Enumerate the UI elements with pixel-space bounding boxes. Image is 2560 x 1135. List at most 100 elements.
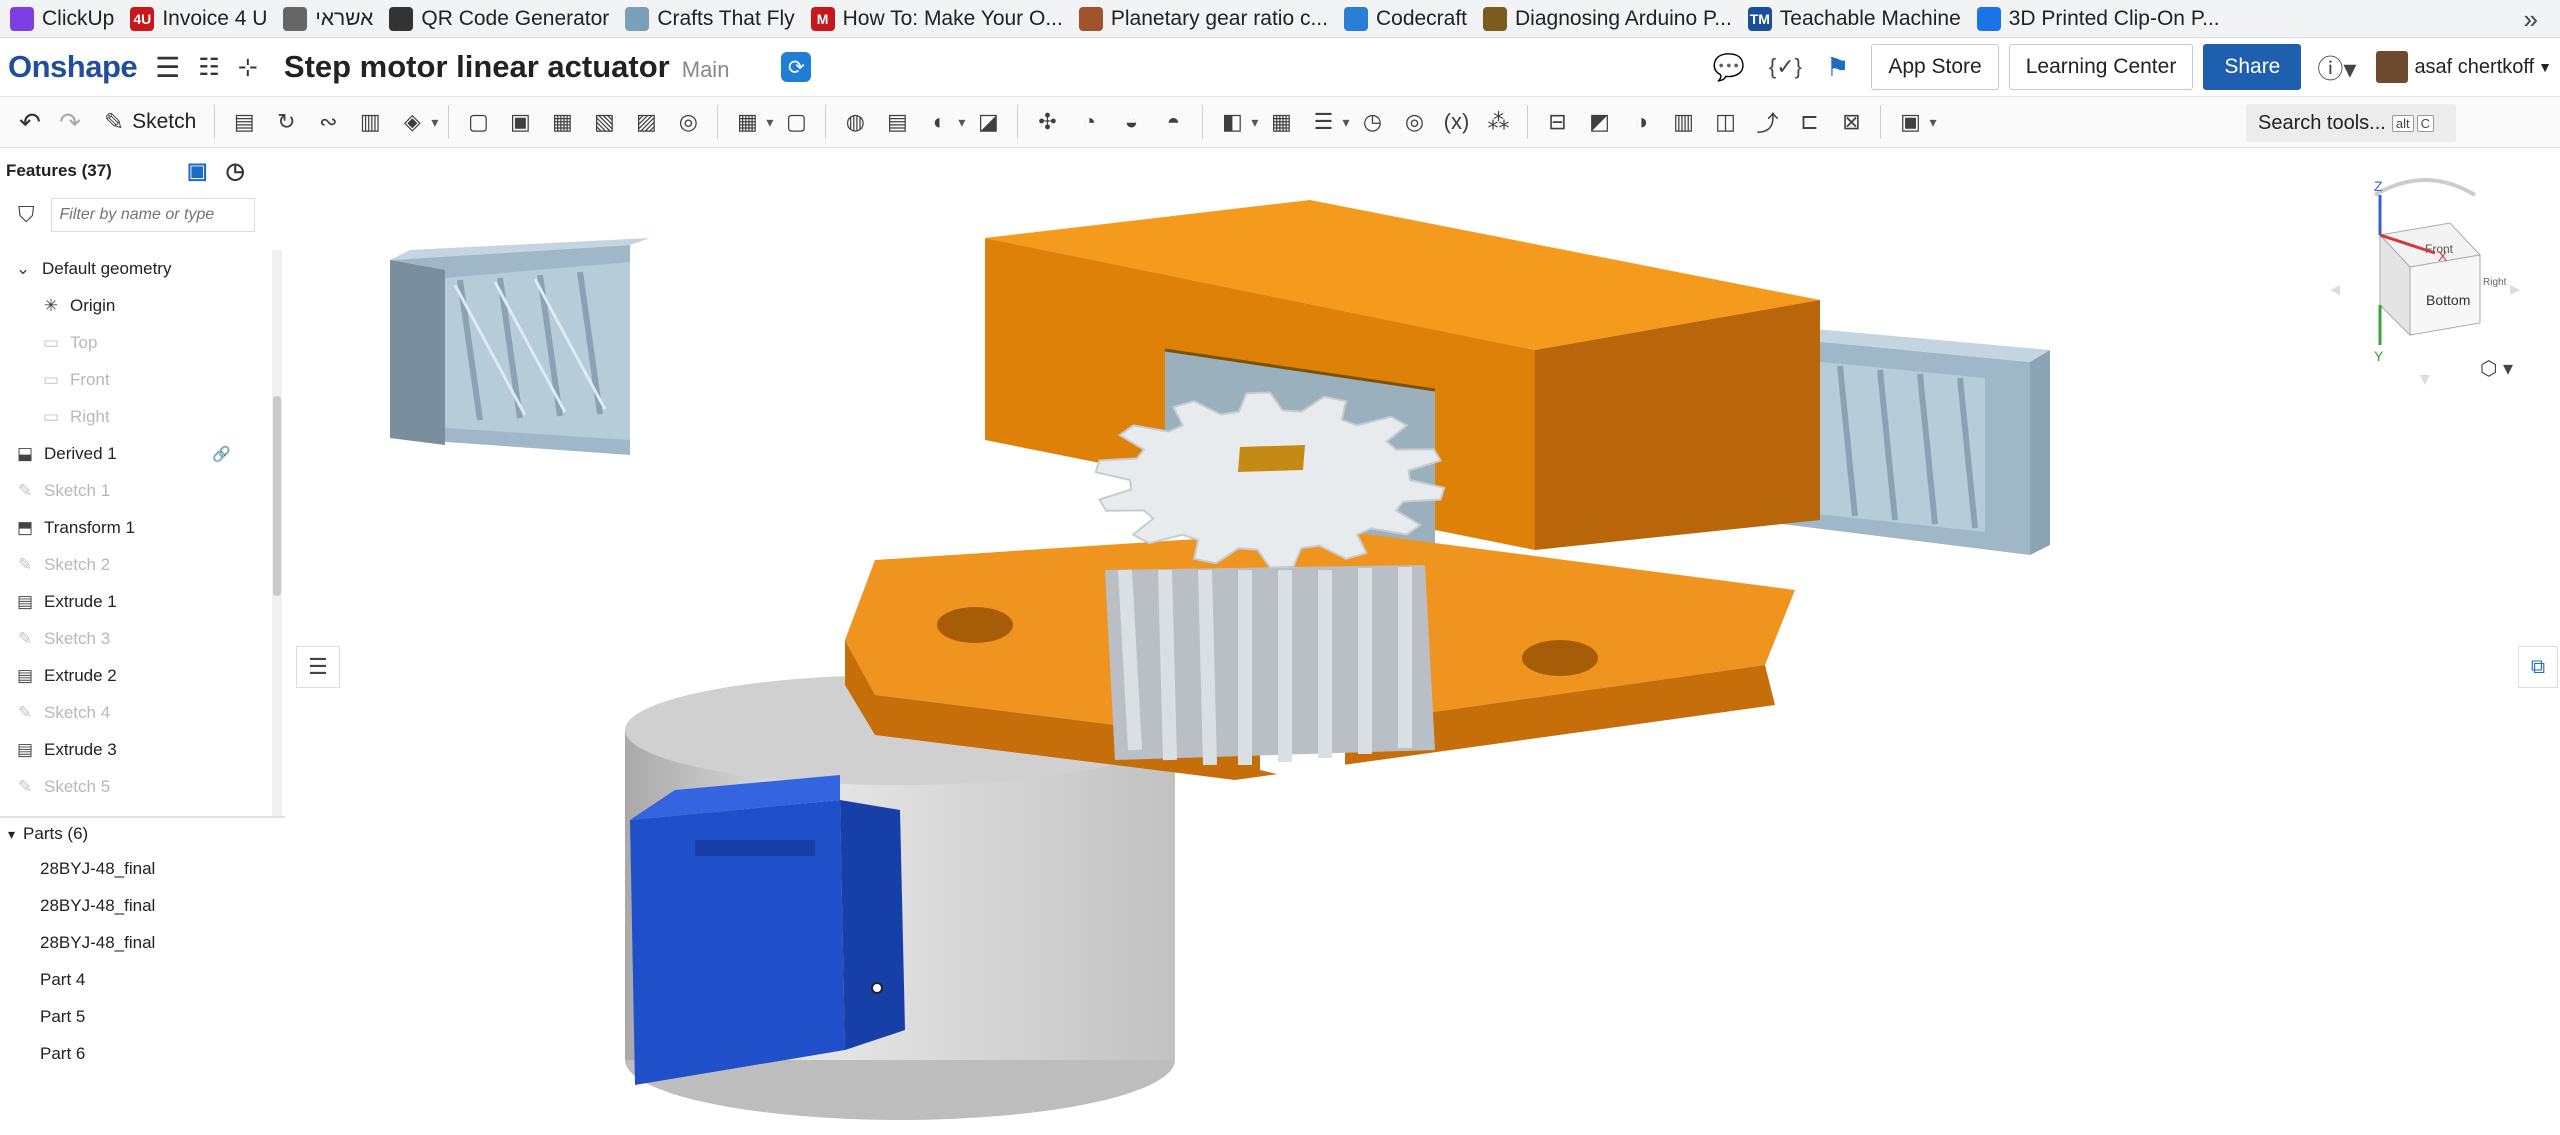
app-store-button[interactable]: App Store	[1871, 44, 1999, 90]
feature-tool-icon[interactable]: ⁂	[1481, 105, 1515, 139]
motor-connector[interactable]	[630, 775, 905, 1085]
search-tools-input[interactable]: Search tools... alt C	[2246, 104, 2456, 142]
feature-item[interactable]: ▭ Right	[0, 398, 272, 435]
avatar[interactable]	[2376, 51, 2409, 83]
feature-tool-icon[interactable]: ⊠	[1834, 105, 1868, 139]
part-item[interactable]: Part 6	[0, 1035, 285, 1072]
feature-tool-icon[interactable]: ◎	[671, 105, 705, 139]
feature-tool-icon[interactable]: ∾	[311, 105, 345, 139]
feature-tool-icon[interactable]: ▦	[1264, 105, 1298, 139]
feature-tool-icon[interactable]: ✣	[1030, 105, 1064, 139]
model-canvas[interactable]	[285, 150, 2560, 1135]
feature-item[interactable]: ▤ Extrude 1	[0, 583, 272, 620]
feature-item[interactable]: ⌄ Default geometry	[0, 250, 272, 287]
rack-left[interactable]	[390, 238, 650, 455]
feature-item[interactable]: ▤ Extrude 3	[0, 731, 272, 768]
feature-tool-icon[interactable]: ◧	[1215, 105, 1249, 139]
chevron-down-icon[interactable]: ▾	[958, 114, 965, 131]
view-mode-dropdown[interactable]: ⬡ ▾	[2480, 356, 2513, 381]
feature-tool-icon[interactable]: ▥	[1666, 105, 1700, 139]
feature-item[interactable]: ▤ Extrude 2	[0, 657, 272, 694]
feature-tool-icon[interactable]: ◔	[1072, 105, 1106, 139]
feature-tool-icon[interactable]: ⊏	[1792, 105, 1826, 139]
feature-tool-icon[interactable]: ▤	[880, 105, 914, 139]
notifications-icon[interactable]: ⚑	[1826, 52, 1849, 83]
graphics-viewport[interactable]	[285, 150, 2560, 1135]
bookmark-item[interactable]: Crafts That Fly	[621, 0, 806, 38]
feature-item[interactable]: ✎ Sketch 5	[0, 768, 272, 805]
bookmark-item[interactable]: TM Teachable Machine	[1744, 0, 1973, 38]
feature-item[interactable]: ✎ Sketch 4	[0, 694, 272, 731]
feature-tool-icon[interactable]: ▣	[1893, 105, 1927, 139]
document-title[interactable]: Step motor linear actuator	[284, 49, 670, 85]
feature-tool-icon[interactable]: ◒	[1114, 105, 1148, 139]
chevron-down-icon[interactable]: ▾	[1342, 114, 1349, 131]
feature-tool-icon[interactable]: ◍	[838, 105, 872, 139]
feature-item[interactable]: ▭ Top	[0, 324, 272, 361]
bookmark-item[interactable]: QR Code Generator	[385, 0, 621, 38]
feature-tool-icon[interactable]: ▦	[545, 105, 579, 139]
custom-features-icon[interactable]: {✓}	[1769, 54, 1802, 80]
pinion-gear[interactable]	[1094, 391, 1446, 766]
feature-tool-icon[interactable]: ▦	[730, 105, 764, 139]
bookmark-item[interactable]: Planetary gear ratio c...	[1075, 0, 1340, 38]
branch-label[interactable]: Main	[682, 57, 730, 83]
feature-tree-toggle-icon[interactable]: ☷	[198, 53, 220, 82]
feature-item[interactable]: ✎ Sketch 1	[0, 472, 272, 509]
feature-tool-icon[interactable]: ◎	[1397, 105, 1431, 139]
feature-tool-icon[interactable]: ▤	[227, 105, 261, 139]
undo-icon[interactable]: ↶	[10, 107, 50, 138]
feature-tool-icon[interactable]: ◑	[1624, 105, 1658, 139]
part-item[interactable]: 28BYJ-48_final	[0, 850, 285, 887]
feature-tool-icon[interactable]: ▣	[503, 105, 537, 139]
feature-tool-icon[interactable]: ◈	[395, 105, 429, 139]
parts-header[interactable]: ▾ Parts (6)	[0, 818, 285, 850]
chevron-down-icon[interactable]: ▼	[2538, 59, 2552, 75]
feature-tool-icon[interactable]: ◩	[1582, 105, 1616, 139]
bookmark-item[interactable]: ClickUp	[6, 0, 126, 38]
feature-tool-icon[interactable]: (x)	[1439, 105, 1473, 139]
feature-tool-icon[interactable]: ⊟	[1540, 105, 1574, 139]
feature-tool-icon[interactable]: ▨	[629, 105, 663, 139]
feature-item[interactable]: ⬒ Transform 1	[0, 509, 272, 546]
help-icon[interactable]: ⓘ▾	[2317, 49, 2356, 86]
feature-tool-icon[interactable]: ◫	[1708, 105, 1742, 139]
insert-icon[interactable]: ⊹	[238, 53, 258, 82]
chevron-down-icon[interactable]: ▾	[431, 114, 438, 131]
feature-tool-icon[interactable]: ◷	[1355, 105, 1389, 139]
feature-tree-scrollbar[interactable]	[272, 250, 282, 816]
feature-tool-icon[interactable]: ▥	[353, 105, 387, 139]
feature-tool-icon[interactable]: ↻	[269, 105, 303, 139]
feature-item[interactable]: ▭ Front	[0, 361, 272, 398]
feature-tool-icon[interactable]: ◐	[922, 105, 956, 139]
bookmark-item[interactable]: Diagnosing Arduino P...	[1479, 0, 1744, 38]
bookmarks-overflow-button[interactable]: »	[2524, 4, 2538, 35]
bookmark-item[interactable]: M How To: Make Your O...	[807, 0, 1075, 38]
bookmark-item[interactable]: 4U Invoice 4 U	[126, 0, 279, 38]
feature-tool-icon[interactable]: ▢	[779, 105, 813, 139]
bookmark-item[interactable]: Codecraft	[1340, 0, 1479, 38]
menu-icon[interactable]: ☰	[155, 51, 180, 84]
chevron-down-icon[interactable]: ▾	[766, 114, 773, 131]
timer-icon[interactable]: ◷	[226, 158, 245, 184]
part-item[interactable]: 28BYJ-48_final	[0, 924, 285, 961]
feature-tool-icon[interactable]: ☰	[1306, 105, 1340, 139]
sketch-button[interactable]: ✎ Sketch	[104, 108, 196, 137]
link-icon[interactable]: 🔗	[212, 445, 231, 463]
filter-funnel-icon[interactable]: ⛉	[18, 202, 35, 228]
version-graph-icon[interactable]: ⟳	[781, 52, 812, 82]
scrollbar-thumb[interactable]	[273, 396, 281, 596]
feature-item[interactable]: ⬓ Derived 1 🔗	[0, 435, 272, 472]
part-item[interactable]: Part 5	[0, 998, 285, 1035]
bookmark-item[interactable]: אשראי	[279, 0, 385, 38]
onshape-logo[interactable]: Onshape	[8, 49, 138, 85]
feature-item[interactable]: ✎ Sketch 3	[0, 620, 272, 657]
part-item[interactable]: Part 4	[0, 961, 285, 998]
bookmark-item[interactable]: 3D Printed Clip-On P...	[1973, 0, 2232, 38]
feature-item[interactable]: ✎ Sketch 2	[0, 546, 272, 583]
part-item[interactable]: 28BYJ-48_final	[0, 887, 285, 924]
redo-icon[interactable]: ↷	[50, 107, 90, 138]
feature-tool-icon[interactable]: ▧	[587, 105, 621, 139]
chevron-down-icon[interactable]: ▾	[1929, 114, 1936, 131]
feature-tool-icon[interactable]: ◓	[1156, 105, 1190, 139]
